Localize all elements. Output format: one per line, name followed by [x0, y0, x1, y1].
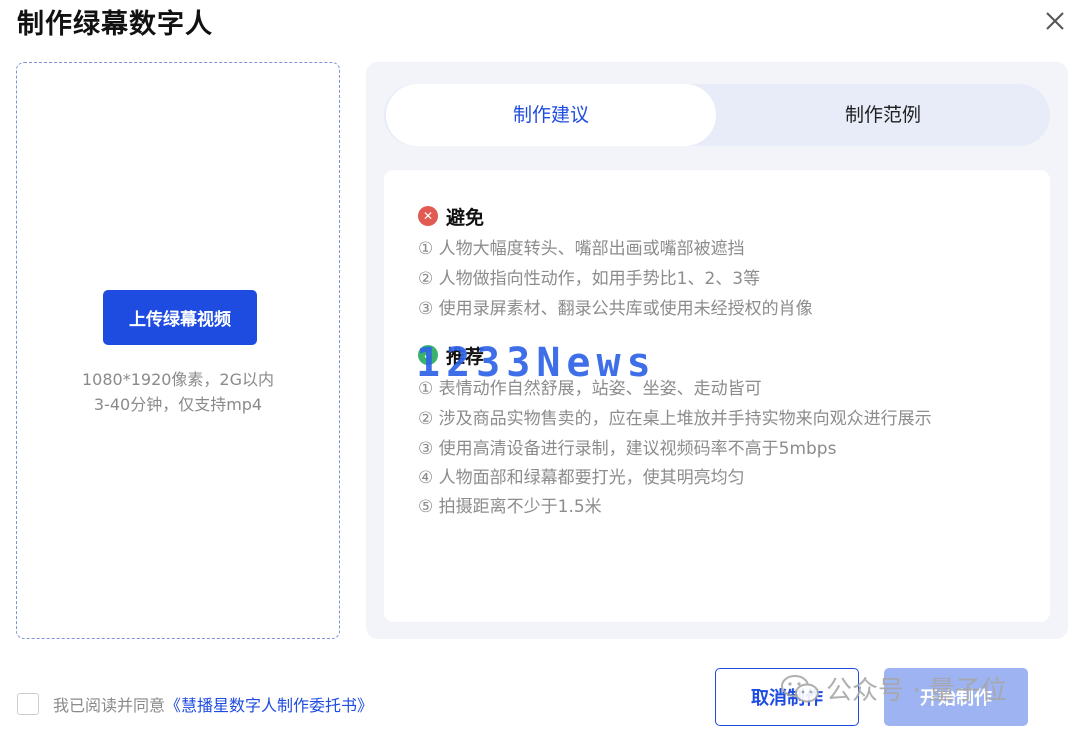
upload-dropzone[interactable]: 上传绿幕视频 1080*1920像素，2G以内 3-40分钟，仅支持mp4	[16, 62, 340, 639]
recommend-item: ⑤ 拍摄距离不少于1.5米	[418, 497, 602, 517]
close-button[interactable]	[1040, 6, 1070, 36]
dialog-title: 制作绿幕数字人	[17, 9, 213, 40]
agreement-link[interactable]: 《慧播星数字人制作委托书》	[165, 692, 373, 716]
avoid-title: 避免	[446, 206, 485, 229]
agreement-row: 我已阅读并同意 《慧播星数字人制作委托书》	[17, 692, 373, 716]
agreement-checkbox[interactable]	[17, 693, 39, 715]
wechat-watermark-text: 公众号 · 量子位	[826, 676, 1007, 706]
wechat-icon	[781, 674, 819, 702]
agreement-text: 我已阅读并同意	[53, 696, 166, 715]
recommend-item: ④ 人物面部和绿幕都要打光，使其明亮均匀	[418, 468, 745, 488]
upload-hint-duration: 3-40分钟，仅支持mp4	[93, 395, 263, 414]
avoid-item: ② 人物做指向性动作，如用手势比1、2、3等	[418, 269, 761, 289]
tab-bar: 制作建议 制作范例	[384, 84, 1050, 146]
tab-examples[interactable]: 制作范例	[716, 84, 1050, 146]
upload-hint-resolution: 1080*1920像素，2G以内	[81, 370, 275, 389]
avoid-item: ① 人物大幅度转头、嘴部出画或嘴部被遮挡	[418, 239, 745, 259]
recommend-item: ② 涉及商品实物售卖的，应在桌上堆放并手持实物来向观众进行展示	[418, 409, 932, 429]
x-circle-icon: ✕	[418, 206, 438, 226]
news-watermark: 1233News	[416, 340, 657, 386]
tab-tips[interactable]: 制作建议	[386, 84, 716, 146]
upload-video-button[interactable]: 上传绿幕视频	[103, 290, 257, 345]
tips-card: ✕ 避免 ① 人物大幅度转头、嘴部出画或嘴部被遮挡 ② 人物做指向性动作，如用手…	[384, 170, 1050, 622]
recommend-item: ③ 使用高清设备进行录制，建议视频码率不高于5mbps	[418, 439, 837, 459]
avoid-section-header: ✕ 避免	[418, 204, 485, 229]
close-icon	[1046, 12, 1064, 30]
avoid-item: ③ 使用录屏素材、翻录公共库或使用未经授权的肖像	[418, 299, 813, 319]
wechat-watermark: 公众号 · 量子位	[780, 670, 1007, 707]
